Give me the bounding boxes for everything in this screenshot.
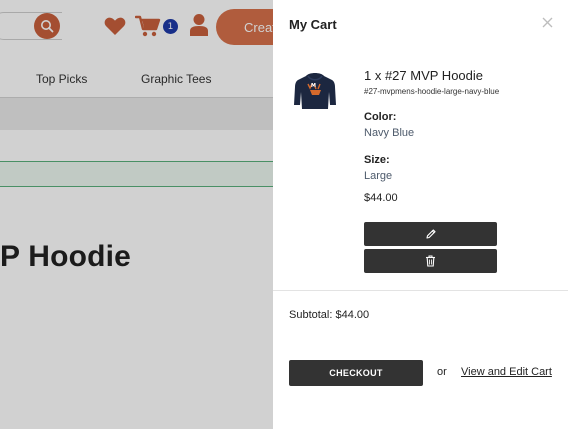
- cart-title: My Cart: [289, 17, 337, 32]
- size-label: Size:: [364, 154, 390, 166]
- cart-item-sku: #27-mvpmens-hoodie-large-navy-blue: [364, 87, 500, 96]
- cart-subtotal: Subtotal: $44.00: [289, 309, 370, 321]
- size-value: Large: [364, 170, 393, 182]
- remove-item-button[interactable]: [364, 249, 497, 273]
- cart-item-price: $44.00: [364, 192, 398, 204]
- checkout-button-label: CHECKOUT: [329, 368, 383, 378]
- divider: [273, 290, 568, 291]
- product-thumbnail[interactable]: M: [291, 70, 339, 112]
- color-label: Color:: [364, 111, 397, 123]
- checkout-button[interactable]: CHECKOUT: [289, 360, 423, 386]
- cart-item-title[interactable]: 1 x #27 MVP Hoodie: [364, 68, 483, 83]
- close-button[interactable]: [539, 14, 555, 30]
- trash-icon: [426, 255, 435, 267]
- cart-drawer: My Cart M 1 x #27 MVP Hoodie #27-mvpmens…: [273, 0, 568, 429]
- view-edit-cart-link[interactable]: View and Edit Cart: [461, 366, 552, 378]
- close-icon: [542, 17, 552, 27]
- or-separator: or: [437, 366, 447, 378]
- svg-text:M: M: [311, 83, 316, 89]
- color-value: Navy Blue: [364, 127, 415, 139]
- pencil-icon: [425, 229, 436, 239]
- edit-item-button[interactable]: [364, 222, 497, 246]
